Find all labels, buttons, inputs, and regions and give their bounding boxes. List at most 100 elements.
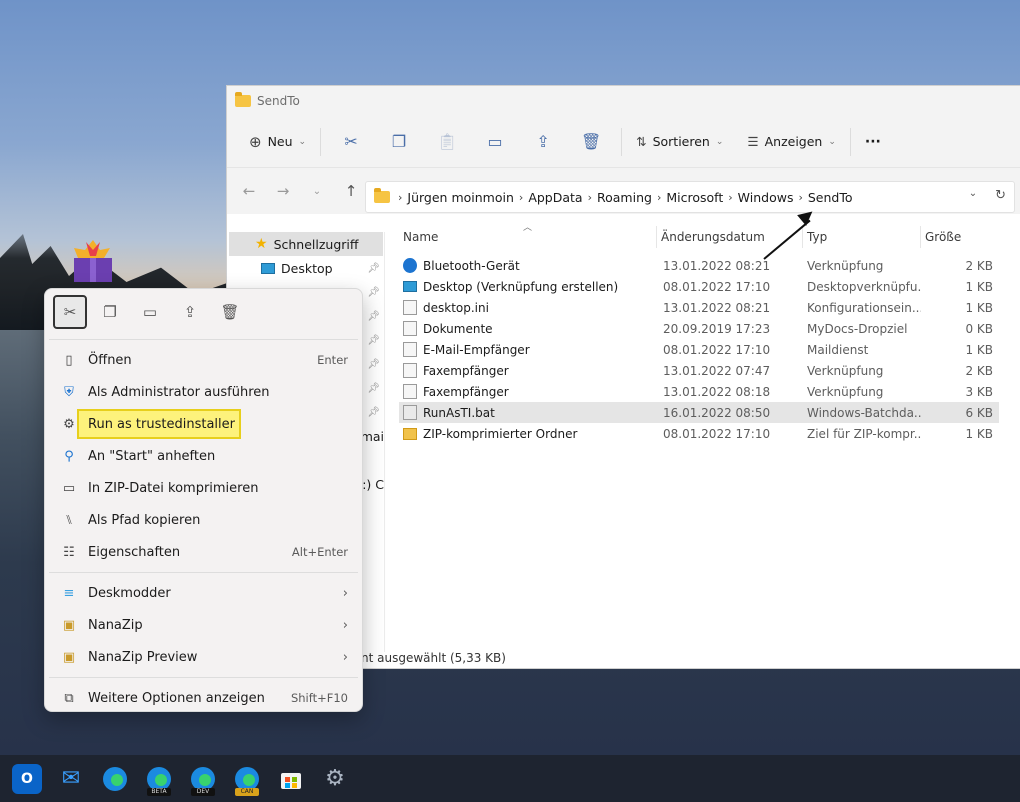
file-size: 2 KB — [965, 258, 993, 273]
copy-button[interactable]: ❐ — [93, 295, 127, 329]
sort-icon: ⇅ — [636, 134, 647, 149]
table-row[interactable]: desktop.ini 13.01.2022 08:21 Konfigurati… — [399, 297, 999, 318]
file-name: RunAsTI.bat — [423, 405, 495, 420]
menu-item-pin-to-start[interactable]: ⚲ An "Start" anheften — [45, 440, 362, 472]
cut-button[interactable]: ✂ — [327, 126, 375, 158]
file-type: Verknüpfung — [807, 363, 884, 378]
breadcrumb-user[interactable]: Jürgen moinmoin — [407, 190, 514, 205]
menu-item-properties[interactable]: ☷ Eigenschaften Alt+Enter — [45, 536, 362, 568]
menu-item-copy-path[interactable]: ⑊ Als Pfad kopieren — [45, 504, 362, 536]
menu-label: Öffnen — [88, 352, 132, 368]
trash-icon: 🗑︎ — [580, 132, 602, 151]
nav-label-partial: :) C — [362, 476, 384, 492]
more-button[interactable]: ··· — [857, 126, 889, 158]
column-size[interactable]: Größe — [921, 226, 995, 248]
pin-icon: 📌︎ — [367, 310, 380, 322]
nav-desktop[interactable]: Desktop 📌︎ — [227, 256, 384, 280]
documents-icon — [403, 321, 417, 336]
delete-button[interactable]: 🗑︎ — [213, 295, 247, 329]
table-row[interactable]: Faxempfänger 13.01.2022 08:18 Verknüpfun… — [399, 381, 999, 402]
table-row[interactable]: Dokumente 20.09.2019 17:23 MyDocs-Dropzi… — [399, 318, 999, 339]
command-bar: ⊕ Neu ⌄ ✂ ❐ 📋︎ ▭ ⇪ 🗑︎ ⇅ Sortieren ⌄ ☰ An… — [227, 116, 1020, 168]
column-type[interactable]: Typ — [803, 226, 921, 248]
sort-button[interactable]: ⇅ Sortieren ⌄ — [628, 126, 731, 158]
nav-quick-access[interactable]: ★ Schnellzugriff — [229, 232, 383, 256]
store-icon[interactable] — [276, 764, 306, 794]
table-row[interactable]: Faxempfänger 13.01.2022 07:47 Verknüpfun… — [399, 360, 999, 381]
view-button[interactable]: ☰ Anzeigen ⌄ — [739, 126, 844, 158]
table-row[interactable]: Desktop (Verknüpfung erstellen) 08.01.20… — [399, 276, 999, 297]
chevron-down-icon: ⌄ — [298, 136, 307, 147]
table-row[interactable]: ZIP-komprimierter Ordner 08.01.2022 17:1… — [399, 423, 999, 444]
edge-icon[interactable] — [100, 764, 130, 794]
file-size: 1 KB — [965, 426, 993, 441]
pin-icon: 📌︎ — [367, 262, 380, 274]
title-bar: SendTo — [227, 86, 1020, 116]
menu-item-run-as-trustedinstaller[interactable]: ⚙ Run as trustedinstaller — [45, 408, 362, 440]
zip-folder-icon — [403, 427, 417, 440]
back-arrow-icon[interactable]: ← — [235, 182, 263, 200]
settings-gear-icon[interactable]: ⚙ — [320, 764, 350, 794]
table-row[interactable]: E-Mail-Empfänger 08.01.2022 17:10 Maildi… — [399, 339, 999, 360]
table-row-selected[interactable]: RunAsTI.bat 16.01.2022 08:50 Windows-Bat… — [399, 402, 999, 423]
menu-item-deskmodder[interactable]: ≡ Deskmodder › — [45, 577, 362, 609]
nanazip-icon: ▣ — [62, 617, 76, 633]
pin-icon: 📌︎ — [367, 286, 380, 298]
rename-button[interactable]: ▭ — [471, 126, 519, 158]
menu-item-compress-zip[interactable]: ▭ In ZIP-Datei komprimieren — [45, 472, 362, 504]
recent-chevron-icon[interactable]: ⌄ — [303, 186, 331, 197]
ini-file-icon — [403, 300, 417, 315]
properties-icon: ☷ — [63, 544, 75, 560]
rename-icon: ▭ — [487, 132, 503, 151]
column-name[interactable]: Name — [399, 226, 657, 248]
fax-icon — [403, 384, 417, 399]
toolbar-divider — [621, 127, 623, 156]
rename-button[interactable]: ▭ — [133, 295, 167, 329]
menu-item-more-options[interactable]: ⧉ Weitere Optionen anzeigen Shift+F10 — [45, 682, 362, 714]
copy-button[interactable]: ❐ — [375, 126, 423, 158]
table-row[interactable]: Bluetooth-Gerät 13.01.2022 08:21 Verknüp… — [399, 255, 999, 276]
forward-arrow-icon[interactable]: → — [269, 182, 297, 200]
up-arrow-icon[interactable]: ↑ — [337, 182, 365, 200]
edge-dev-icon[interactable]: DEV — [188, 764, 218, 796]
menu-shortcut: Alt+Enter — [291, 545, 348, 559]
edge-canary-icon[interactable]: CAN — [232, 764, 262, 796]
nav-label: Schnellzugriff — [273, 236, 359, 252]
new-button[interactable]: ⊕ Neu ⌄ — [241, 126, 314, 158]
delete-button[interactable]: 🗑︎ — [567, 126, 615, 158]
refresh-icon[interactable]: ↻ — [995, 188, 1006, 203]
file-date: 08.01.2022 17:10 — [663, 426, 771, 441]
file-list: Bluetooth-Gerät 13.01.2022 08:21 Verknüp… — [399, 255, 999, 444]
desktop-icon — [261, 262, 275, 274]
menu-label: Run as trustedinstaller — [88, 416, 235, 432]
breadcrumb-appdata[interactable]: AppData — [528, 190, 582, 205]
desktop-app-icon[interactable] — [70, 236, 116, 284]
batch-file-icon — [403, 405, 417, 420]
menu-item-run-as-admin[interactable]: ⛨ Als Administrator ausführen — [45, 376, 362, 408]
breadcrumb-microsoft[interactable]: Microsoft — [666, 190, 723, 205]
breadcrumb-sendto[interactable]: SendTo — [808, 190, 853, 205]
menu-item-nanazip-preview[interactable]: ▣ NanaZip Preview › — [45, 641, 362, 673]
mail-icon[interactable]: ✉ — [56, 764, 86, 794]
file-type: Desktopverknüpfu... — [807, 279, 921, 294]
menu-label: Als Pfad kopieren — [88, 512, 201, 528]
breadcrumb-roaming[interactable]: Roaming — [597, 190, 652, 205]
edge-beta-icon[interactable]: BETA — [144, 764, 174, 796]
menu-item-nanazip[interactable]: ▣ NanaZip › — [45, 609, 362, 641]
paste-button[interactable]: 📋︎ — [423, 126, 471, 158]
history-chevron-icon[interactable]: ⌄ — [969, 188, 977, 203]
breadcrumb-windows[interactable]: Windows — [738, 190, 794, 205]
file-size: 1 KB — [965, 279, 993, 294]
beta-badge: BETA — [147, 787, 171, 796]
outlook-icon[interactable]: O — [12, 763, 42, 794]
cut-button[interactable]: ✂ — [53, 295, 87, 329]
mail-icon — [403, 342, 417, 357]
share-button[interactable]: ⇪ — [519, 126, 567, 158]
desktop-icon — [403, 281, 417, 292]
share-button[interactable]: ⇪ — [173, 295, 207, 329]
menu-item-open[interactable]: ▯ Öffnen Enter — [45, 344, 362, 376]
address-bar[interactable]: › Jürgen moinmoin › AppData › Roaming › … — [365, 181, 1015, 213]
menu-shortcut: Shift+F10 — [290, 691, 348, 705]
copy-icon: ❐ — [391, 132, 407, 151]
context-menu: ✂ ❐ ▭ ⇪ 🗑︎ ▯ Öffnen Enter ⛨ Als Administ… — [44, 288, 363, 712]
